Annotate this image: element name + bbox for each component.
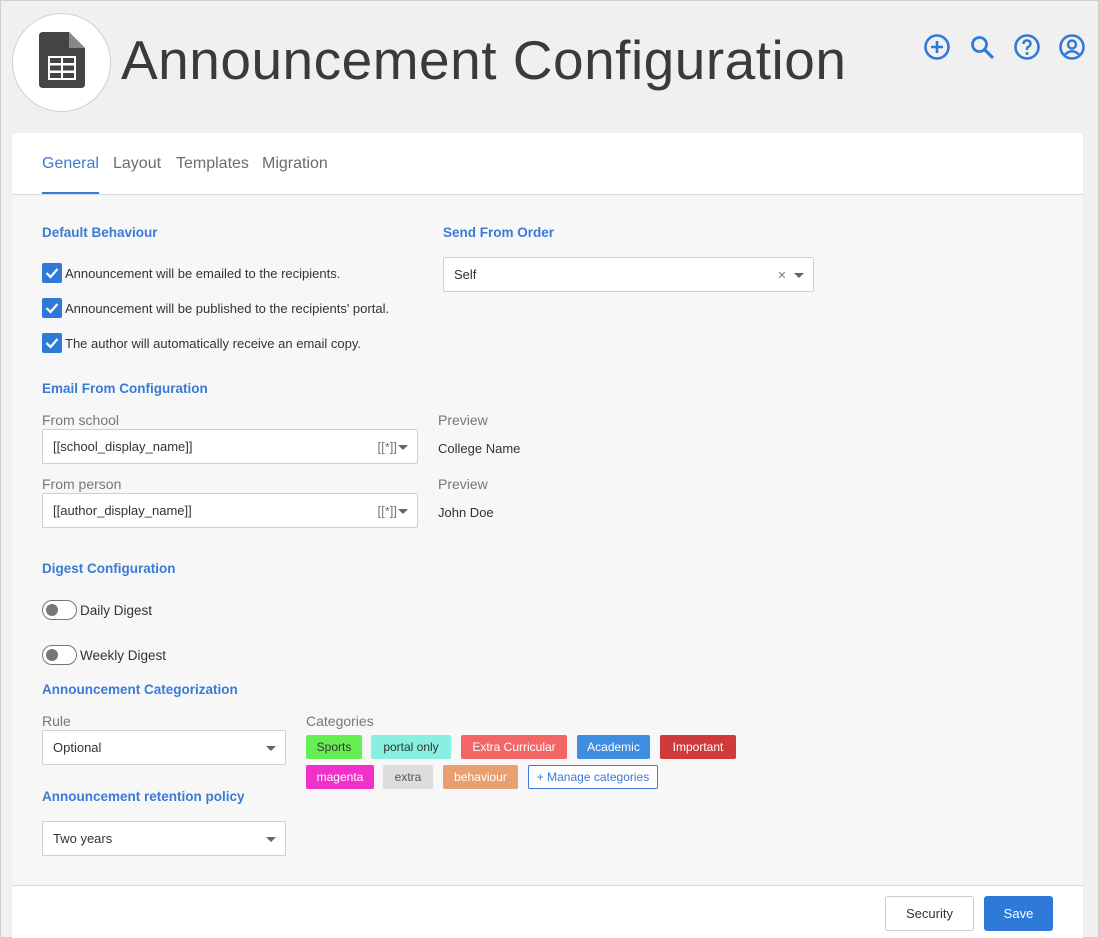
from-person-preview-value: John Doe [438, 505, 494, 520]
save-button[interactable]: Save [984, 896, 1053, 931]
toggle-knob [46, 604, 58, 616]
tab-layout[interactable]: Layout [113, 155, 161, 173]
from-school-value: [[school_display_name]] [53, 439, 193, 454]
search-icon[interactable] [966, 32, 998, 62]
daily-digest-toggle[interactable] [42, 600, 77, 620]
checkmark-icon [45, 338, 59, 349]
weekly-digest-toggle[interactable] [42, 645, 77, 665]
send-from-order-value: Self [454, 267, 477, 282]
checkmark-icon [45, 303, 59, 314]
spreadsheet-document-icon [38, 32, 85, 93]
retention-policy-title: Announcement retention policy [42, 789, 245, 804]
category-tag[interactable]: Sports [306, 735, 362, 759]
from-person-preview-label: Preview [438, 476, 488, 492]
publish-portal-label: Announcement will be published to the re… [65, 300, 390, 316]
rule-value: Optional [53, 740, 102, 755]
publish-portal-checkbox[interactable] [42, 298, 62, 318]
retention-policy-value: Two years [53, 831, 113, 846]
tab-bar: General Layout Templates Migration [12, 133, 1083, 195]
retention-policy-select[interactable]: Two years [42, 821, 286, 856]
category-tag[interactable]: Academic [577, 735, 650, 759]
category-tag[interactable]: magenta [306, 765, 374, 789]
placeholder-token-button[interactable]: [[*]] [377, 439, 397, 454]
security-button[interactable]: Security [885, 896, 974, 931]
tab-templates[interactable]: Templates [176, 155, 249, 173]
author-copy-label: The author will automatically receive an… [65, 335, 362, 351]
email-from-title: Email From Configuration [42, 381, 208, 396]
app-logo [12, 13, 111, 112]
email-recipients-checkbox[interactable] [42, 263, 62, 283]
chevron-down-icon [266, 745, 276, 751]
email-recipients-option: Announcement will be emailed to the reci… [42, 263, 340, 283]
send-from-order-select[interactable]: Self × [443, 257, 814, 292]
digest-config-title: Digest Configuration [42, 561, 176, 576]
rule-select[interactable]: Optional [42, 730, 286, 765]
chevron-down-icon [794, 272, 804, 278]
chevron-down-icon[interactable] [398, 444, 408, 450]
checkmark-icon [45, 268, 59, 279]
weekly-digest-option: Weekly Digest [42, 645, 166, 665]
email-recipients-label: Announcement will be emailed to the reci… [65, 265, 341, 281]
from-person-input[interactable]: [[author_display_name]] [[*]] [42, 493, 418, 528]
author-copy-option: The author will automatically receive an… [42, 333, 361, 353]
author-copy-checkbox[interactable] [42, 333, 62, 353]
help-icon[interactable] [1011, 32, 1043, 62]
from-school-input[interactable]: [[school_display_name]] [[*]] [42, 429, 418, 464]
from-school-preview-label: Preview [438, 412, 488, 428]
tab-general[interactable]: General [42, 155, 99, 194]
from-person-value: [[author_display_name]] [53, 503, 192, 518]
clear-icon[interactable]: × [778, 266, 786, 282]
categorization-title: Announcement Categorization [42, 682, 238, 697]
daily-digest-label: Daily Digest [80, 602, 153, 618]
config-card: General Layout Templates Migration Defau… [12, 133, 1083, 938]
chevron-down-icon [266, 836, 276, 842]
toggle-knob [46, 649, 58, 661]
from-school-label: From school [42, 412, 120, 428]
tab-migration[interactable]: Migration [262, 155, 328, 173]
category-tag[interactable]: extra [383, 765, 433, 789]
daily-digest-option: Daily Digest [42, 600, 152, 620]
category-tag[interactable]: Extra Curricular [461, 735, 567, 759]
category-tag[interactable]: portal only [371, 735, 451, 759]
category-tag[interactable]: behaviour [443, 765, 518, 789]
from-person-label: From person [42, 476, 122, 492]
chevron-down-icon[interactable] [398, 508, 408, 514]
page-title: Announcement Configuration [121, 29, 847, 91]
categories-label: Categories [306, 713, 374, 729]
send-from-order-title: Send From Order [443, 225, 555, 240]
add-icon[interactable] [921, 32, 953, 62]
category-tag[interactable]: Important [660, 735, 736, 759]
publish-portal-option: Announcement will be published to the re… [42, 298, 389, 318]
weekly-digest-label: Weekly Digest [80, 647, 167, 663]
manage-categories-button[interactable]: + Manage categories [528, 765, 658, 789]
footer-bar: Security Save [12, 885, 1083, 938]
from-school-preview-value: College Name [438, 441, 521, 456]
account-icon[interactable] [1056, 32, 1088, 62]
rule-label: Rule [42, 713, 71, 729]
default-behaviour-title: Default Behaviour [42, 225, 158, 240]
header-actions [921, 32, 1088, 62]
placeholder-token-button[interactable]: [[*]] [377, 503, 397, 518]
